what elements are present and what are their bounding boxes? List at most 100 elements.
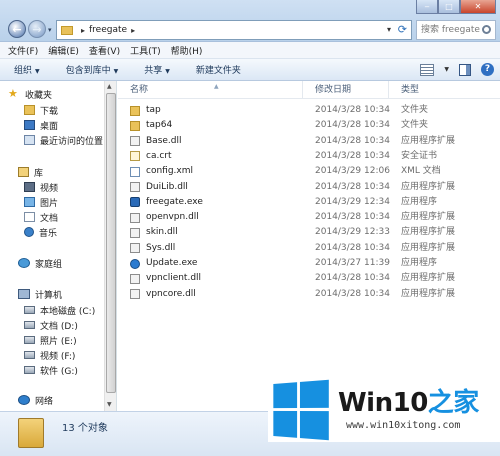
file-row[interactable]: Update.exe 2014/3/27 11:39 应用程序 (118, 256, 500, 271)
download-folder-icon (24, 105, 35, 115)
file-name: Update.exe (146, 258, 198, 268)
scroll-up-icon[interactable]: ▲ (107, 83, 112, 90)
drive-icon (24, 321, 35, 329)
minimize-button[interactable]: ‒ (416, 0, 438, 14)
file-date: 2014/3/28 10:34 (315, 181, 390, 192)
file-row[interactable]: DuiLib.dll 2014/3/28 10:34 应用程序扩展 (118, 180, 500, 195)
address-dropdown-icon[interactable]: ▾ (387, 25, 391, 34)
nav-computer[interactable]: 计算机 (18, 287, 62, 301)
star-icon: ★ (8, 87, 18, 100)
watermark-url: www.win10xitong.com (346, 420, 461, 431)
nav-desktop-label: 桌面 (40, 121, 59, 132)
file-type: 安全证书 (401, 150, 438, 161)
file-row[interactable]: skin.dll 2014/3/29 12:33 应用程序扩展 (118, 225, 500, 240)
file-row[interactable]: vpncore.dll 2014/3/28 10:34 应用程序扩展 (118, 287, 500, 302)
file-type: 应用程序扩展 (401, 242, 456, 253)
file-name: openvpn.dll (146, 212, 199, 223)
file-type: 应用程序扩展 (401, 135, 456, 146)
nav-drive-f[interactable]: 视频 (F:) (24, 348, 75, 362)
file-name: config.xml (146, 166, 193, 177)
folder-icon (130, 120, 140, 131)
breadcrumb-freegate[interactable]: freegate (89, 25, 127, 35)
nav-libraries[interactable]: 库 (18, 165, 43, 179)
nav-scrollbar-thumb[interactable] (106, 93, 116, 393)
nav-pictures[interactable]: 图片 (24, 195, 58, 209)
file-row[interactable]: vpnclient.dll 2014/3/28 10:34 应用程序扩展 (118, 271, 500, 286)
nav-drive-e-label: 照片 (E:) (40, 336, 77, 347)
address-bar[interactable]: ▸ freegate ▸ ▾ ⟳ (56, 20, 412, 40)
file-date: 2014/3/28 10:34 (315, 135, 390, 146)
file-name: ca.crt (146, 150, 172, 161)
nav-desktop[interactable]: 桌面 (24, 118, 58, 132)
breadcrumb-arrow-icon[interactable]: ▸ (131, 26, 135, 35)
nav-downloads-label: 下载 (40, 106, 59, 117)
file-row[interactable]: config.xml 2014/3/29 12:06 XML 文档 (118, 164, 500, 179)
file-row[interactable]: Sys.dll 2014/3/28 10:34 应用程序扩展 (118, 241, 500, 256)
change-view-icon[interactable] (420, 63, 435, 76)
recent-pages-dropdown[interactable]: ▾ (48, 26, 52, 34)
file-name: vpncore.dll (146, 288, 196, 299)
file-name-cell: tap64 (130, 118, 172, 133)
new-folder-button[interactable]: 新建文件夹 (196, 63, 241, 76)
refresh-icon[interactable]: ⟳ (398, 23, 407, 36)
menu-tools[interactable]: 工具(T) (130, 44, 161, 57)
file-row[interactable]: tap 2014/3/28 10:34 文件夹 (118, 103, 500, 118)
nav-favorites[interactable]: ★ 收藏夹 (8, 87, 52, 101)
folder-icon (130, 105, 140, 116)
nav-videos[interactable]: 视频 (24, 180, 58, 194)
file-date: 2014/3/28 10:34 (315, 150, 390, 161)
file-date: 2014/3/28 10:34 (315, 105, 390, 115)
certificate-icon (130, 151, 140, 162)
include-library-button[interactable]: 包含到库中 ▼ (66, 63, 119, 76)
file-date: 2014/3/27 11:39 (315, 258, 390, 268)
file-date: 2014/3/29 12:34 (315, 196, 390, 207)
nav-downloads[interactable]: 下载 (24, 103, 58, 117)
nav-documents[interactable]: 文档 (24, 210, 58, 224)
file-type: 文件夹 (401, 105, 429, 115)
menu-edit[interactable]: 编辑(E) (48, 44, 79, 57)
file-type: 应用程序扩展 (401, 212, 456, 223)
file-row[interactable]: tap64 2014/3/28 10:34 文件夹 (118, 118, 500, 133)
chevron-down-icon: ▼ (113, 68, 119, 75)
menu-bar: 文件(F) 编辑(E) 查看(V) 工具(T) 帮助(H) (0, 42, 500, 59)
menu-file[interactable]: 文件(F) (8, 44, 38, 57)
view-dropdown-icon[interactable]: ▼ (444, 66, 449, 73)
column-type[interactable]: 类型 (389, 81, 500, 99)
update-icon (130, 258, 140, 269)
file-row[interactable]: ca.crt 2014/3/28 10:34 安全证书 (118, 149, 500, 164)
dll-icon (130, 227, 140, 238)
search-icon[interactable] (482, 25, 491, 34)
maximize-button[interactable]: □ (438, 0, 460, 14)
nav-drive-c[interactable]: 本地磁盘 (C:) (24, 303, 95, 317)
watermark: Win10之家 www.win10xitong.com (268, 379, 500, 442)
column-name[interactable]: 名称 (118, 81, 303, 99)
nav-drive-g[interactable]: 软件 (G:) (24, 363, 78, 377)
nav-recent-places[interactable]: 最近访问的位置 (24, 133, 103, 147)
scroll-down-icon[interactable]: ▼ (107, 401, 112, 408)
preview-pane-icon[interactable] (459, 63, 471, 76)
nav-drive-e[interactable]: 照片 (E:) (24, 333, 77, 347)
share-button[interactable]: 共享 ▼ (144, 63, 170, 76)
column-modified[interactable]: 修改日期 (303, 81, 389, 99)
file-row[interactable]: openvpn.dll 2014/3/28 10:34 应用程序扩展 (118, 210, 500, 225)
organize-button[interactable]: 组织 ▼ (14, 63, 40, 76)
desktop-icon (24, 120, 35, 130)
nav-drive-d[interactable]: 文档 (D:) (24, 318, 78, 332)
close-button[interactable]: ✕ (460, 0, 496, 14)
file-name: vpnclient.dll (146, 273, 202, 284)
file-row[interactable]: Base.dll 2014/3/28 10:34 应用程序扩展 (118, 134, 500, 149)
file-name-cell: DuiLib.dll (130, 180, 188, 195)
forward-button[interactable]: → (28, 20, 46, 38)
file-row[interactable]: freegate.exe 2014/3/29 12:34 应用程序 (118, 195, 500, 210)
file-name: Base.dll (146, 135, 182, 146)
menu-view[interactable]: 查看(V) (89, 44, 120, 57)
help-icon[interactable]: ? (481, 63, 494, 76)
nav-scrollbar[interactable]: ▲ ▼ (104, 81, 116, 411)
window-controls: ‒ □ ✕ (416, 0, 496, 14)
nav-music[interactable]: 音乐 (24, 225, 57, 239)
nav-network[interactable]: 网络 (18, 393, 53, 407)
menu-help[interactable]: 帮助(H) (171, 44, 203, 57)
back-button[interactable]: ← (8, 20, 26, 38)
nav-homegroup[interactable]: 家庭组 (18, 256, 62, 270)
breadcrumb-arrow-icon[interactable]: ▸ (81, 26, 85, 35)
